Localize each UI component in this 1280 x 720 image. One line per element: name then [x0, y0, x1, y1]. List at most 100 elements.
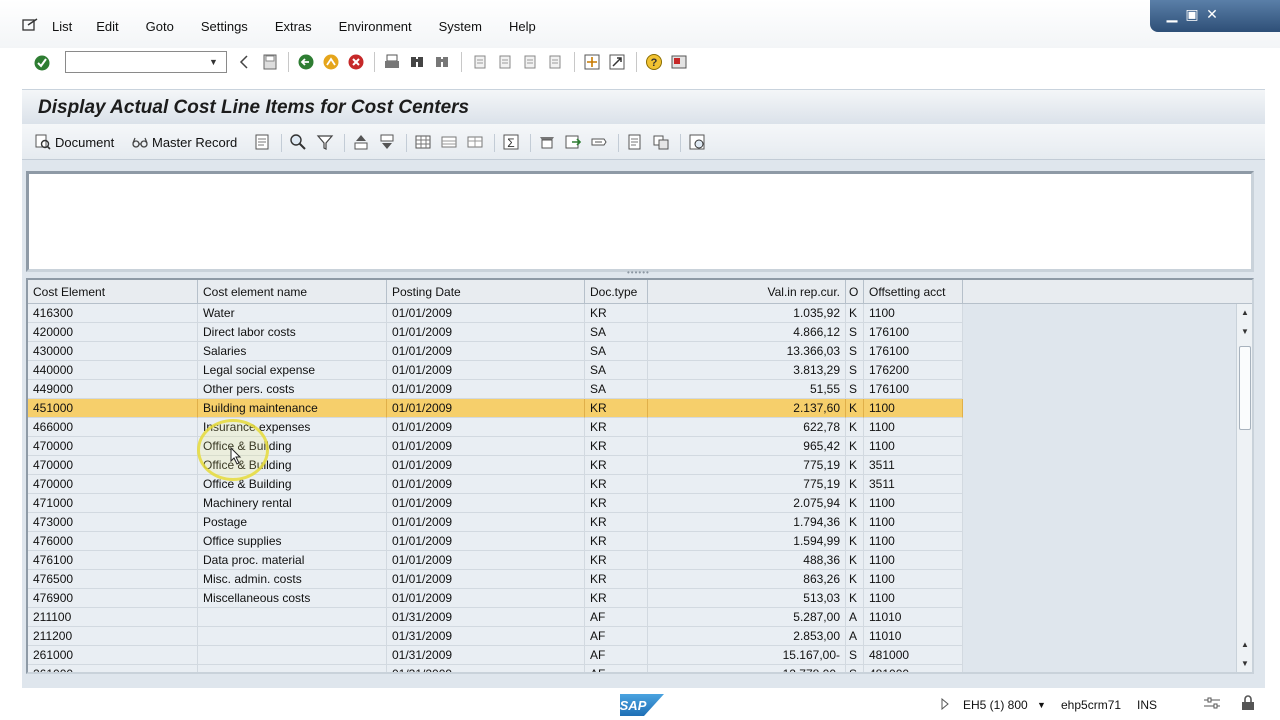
abc-analysis-icon[interactable] — [626, 133, 644, 151]
system-info-dropdown-icon[interactable]: ▼ — [1037, 700, 1046, 710]
cell-posting-date[interactable]: 01/01/2009 — [387, 589, 585, 608]
cell-cost-element-name[interactable] — [198, 627, 387, 646]
cell-cost-element[interactable]: 470000 — [28, 456, 198, 475]
lock-icon[interactable] — [1240, 695, 1256, 711]
cell-doc-type[interactable]: SA — [585, 342, 648, 361]
cell-doc-type[interactable]: KR — [585, 418, 648, 437]
report-interface-icon[interactable] — [652, 133, 670, 151]
cell-offset-type[interactable]: S — [846, 342, 864, 361]
splitter-handle[interactable]: •••••• — [627, 268, 650, 277]
cell-posting-date[interactable]: 01/01/2009 — [387, 532, 585, 551]
cell-cost-element[interactable]: 473000 — [28, 513, 198, 532]
column-header-doc-type[interactable]: Doc.type — [585, 280, 648, 304]
cell-offsetting-acct[interactable]: 1100 — [864, 532, 963, 551]
menu-help[interactable]: Help — [509, 19, 536, 34]
enter-check-icon[interactable] — [33, 54, 51, 72]
cell-value[interactable]: 775,19 — [648, 475, 846, 494]
last-page-icon[interactable] — [546, 53, 564, 71]
details-icon[interactable] — [253, 133, 271, 151]
scroll-down-icon[interactable]: ▼ — [1240, 659, 1250, 671]
cell-offset-type[interactable]: S — [846, 646, 864, 665]
cell-doc-type[interactable]: KR — [585, 513, 648, 532]
cell-offsetting-acct[interactable]: 1100 — [864, 437, 963, 456]
cell-offset-type[interactable]: S — [846, 665, 864, 672]
cell-cost-element-name[interactable]: Misc. admin. costs — [198, 570, 387, 589]
cell-value[interactable]: 2.075,94 — [648, 494, 846, 513]
cell-value[interactable]: 513,03 — [648, 589, 846, 608]
cell-cost-element[interactable]: 476900 — [28, 589, 198, 608]
cell-posting-date[interactable]: 01/01/2009 — [387, 342, 585, 361]
cell-doc-type[interactable]: KR — [585, 437, 648, 456]
shortcut-icon[interactable] — [608, 53, 626, 71]
cell-cost-element[interactable]: 261000 — [28, 665, 198, 672]
cell-offsetting-acct[interactable]: 1100 — [864, 304, 963, 323]
cell-cost-element-name[interactable] — [198, 608, 387, 627]
cell-value[interactable]: 5.287,00 — [648, 608, 846, 627]
menu-goto[interactable]: Goto — [146, 19, 174, 34]
cell-offsetting-acct[interactable]: 11010 — [864, 608, 963, 627]
save-icon[interactable] — [261, 53, 279, 71]
menu-settings[interactable]: Settings — [201, 19, 248, 34]
cell-value[interactable]: 2.137,60 — [648, 399, 846, 418]
cell-offsetting-acct[interactable]: 1100 — [864, 494, 963, 513]
cell-cost-element-name[interactable]: Office & Building — [198, 475, 387, 494]
cell-cost-element[interactable]: 476500 — [28, 570, 198, 589]
total-icon[interactable]: Σ — [502, 133, 520, 151]
create-session-icon[interactable] — [583, 53, 601, 71]
column-header-offsetting-acct[interactable]: Offsetting acct — [864, 280, 963, 304]
menu-edit[interactable]: Edit — [96, 19, 118, 34]
cell-offset-type[interactable]: K — [846, 551, 864, 570]
column-header-value[interactable]: Val.in rep.cur. — [648, 280, 846, 304]
cell-cost-element[interactable]: 449000 — [28, 380, 198, 399]
cell-offset-type[interactable]: K — [846, 418, 864, 437]
cell-posting-date[interactable]: 01/01/2009 — [387, 570, 585, 589]
cell-posting-date[interactable]: 01/01/2009 — [387, 494, 585, 513]
cell-doc-type[interactable]: KR — [585, 456, 648, 475]
find-icon[interactable] — [408, 53, 426, 71]
cell-value[interactable]: 51,55 — [648, 380, 846, 399]
cell-cost-element[interactable]: 211100 — [28, 608, 198, 627]
cell-cost-element[interactable]: 440000 — [28, 361, 198, 380]
send-icon[interactable] — [590, 133, 608, 151]
next-page-icon[interactable] — [521, 53, 539, 71]
cell-offsetting-acct[interactable]: 176100 — [864, 380, 963, 399]
cell-offset-type[interactable]: S — [846, 380, 864, 399]
first-page-icon[interactable] — [471, 53, 489, 71]
cell-posting-date[interactable]: 01/01/2009 — [387, 437, 585, 456]
cell-offset-type[interactable]: S — [846, 323, 864, 342]
info-icon[interactable] — [688, 133, 706, 151]
cell-cost-element-name[interactable]: Office & Building — [198, 437, 387, 456]
command-field[interactable] — [65, 51, 227, 73]
cell-cost-element[interactable]: 420000 — [28, 323, 198, 342]
print-preview-icon[interactable] — [538, 133, 556, 151]
menu-environment[interactable]: Environment — [339, 19, 412, 34]
cell-doc-type[interactable]: KR — [585, 589, 648, 608]
column-header-cost-element[interactable]: Cost Element — [28, 280, 198, 304]
cell-cost-element-name[interactable]: Legal social expense — [198, 361, 387, 380]
cell-cost-element-name[interactable]: Insurance expenses — [198, 418, 387, 437]
cell-cost-element[interactable]: 211200 — [28, 627, 198, 646]
cell-offsetting-acct[interactable]: 1100 — [864, 513, 963, 532]
status-expand-icon[interactable] — [940, 698, 950, 710]
change-layout-icon[interactable] — [414, 133, 432, 151]
cell-doc-type[interactable]: KR — [585, 494, 648, 513]
scroll-up-icon[interactable]: ▲ — [1240, 308, 1250, 320]
cell-cost-element-name[interactable]: Salaries — [198, 342, 387, 361]
cell-doc-type[interactable]: KR — [585, 304, 648, 323]
cell-cost-element[interactable]: 451000 — [28, 399, 198, 418]
close-window-icon[interactable]: ✕ — [1204, 6, 1220, 22]
cell-value[interactable]: 965,42 — [648, 437, 846, 456]
cell-doc-type[interactable]: KR — [585, 570, 648, 589]
cell-doc-type[interactable]: AF — [585, 608, 648, 627]
cell-offsetting-acct[interactable]: 176100 — [864, 323, 963, 342]
cell-offset-type[interactable]: K — [846, 437, 864, 456]
find-next-icon[interactable] — [433, 53, 451, 71]
cell-posting-date[interactable]: 01/01/2009 — [387, 380, 585, 399]
cell-offset-type[interactable]: K — [846, 570, 864, 589]
select-layout-icon[interactable] — [440, 133, 458, 151]
cell-cost-element[interactable]: 416300 — [28, 304, 198, 323]
cell-cost-element[interactable]: 466000 — [28, 418, 198, 437]
sort-descending-icon[interactable] — [378, 133, 396, 151]
cell-cost-element-name[interactable]: Direct labor costs — [198, 323, 387, 342]
cell-offset-type[interactable]: K — [846, 456, 864, 475]
